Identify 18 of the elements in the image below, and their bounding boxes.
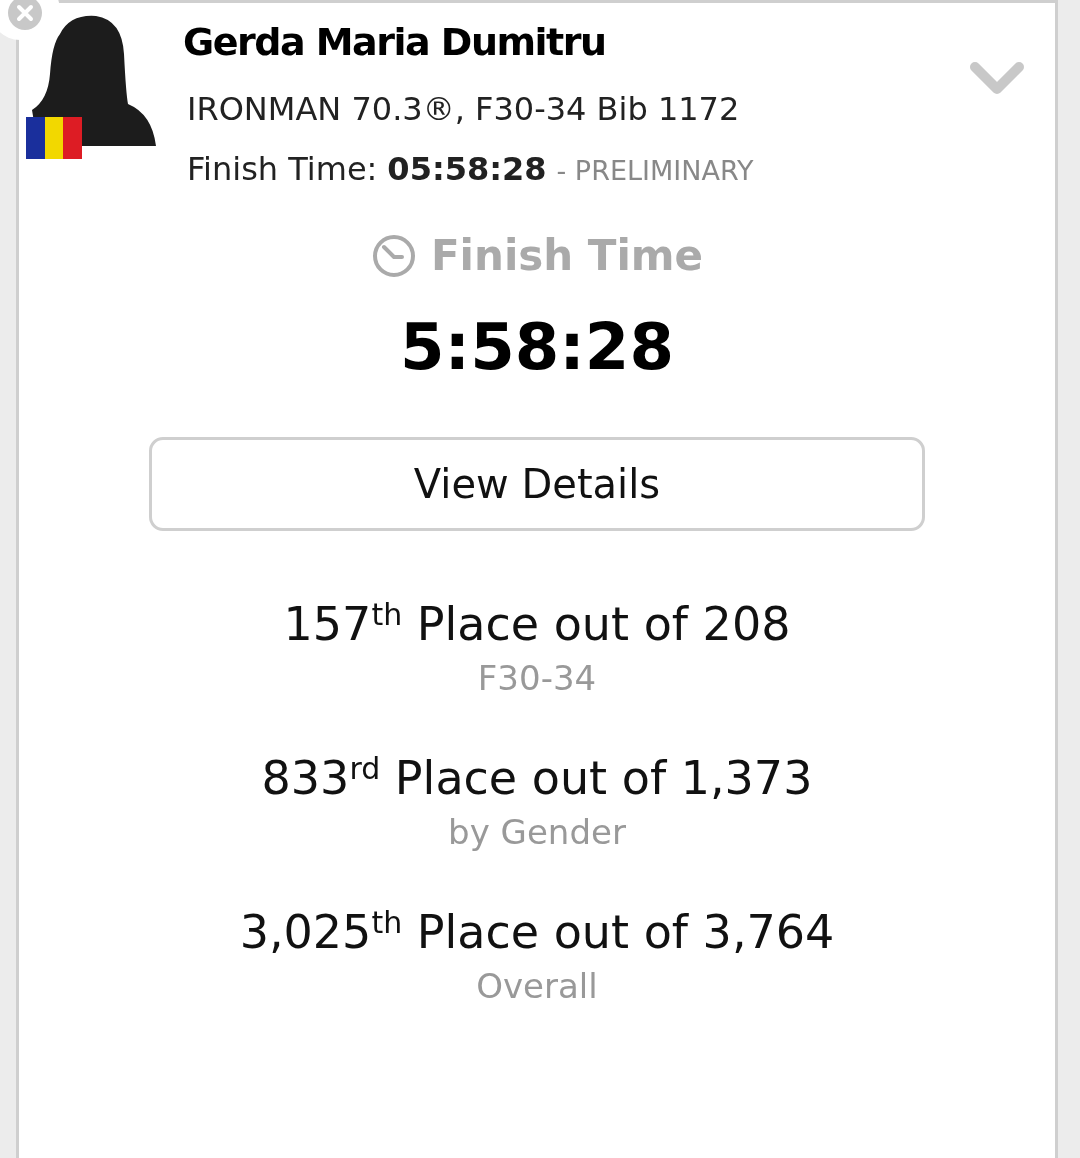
- clock-icon: [370, 233, 417, 279]
- athlete-name: Gerda Maria Dumitru: [182, 23, 607, 61]
- finish-time: 5:58:28: [399, 315, 675, 379]
- finish-time-value: 05:58:28: [387, 153, 547, 185]
- chevron-down-icon[interactable]: [969, 61, 1025, 97]
- view-details-button[interactable]: View Details: [149, 437, 925, 531]
- finish-time-label: Finish Time:: [187, 153, 378, 185]
- race-info: IRONMAN 70.3®, F30-34 Bib 1172: [186, 93, 741, 125]
- flag-icon: [26, 117, 82, 159]
- placement-text: 157$^{th}$ Place out of 208: [283, 601, 791, 647]
- finish-time-heading: Finish Time: [430, 235, 704, 277]
- placement-category: by Gender: [448, 815, 626, 849]
- placement-text: 3,025$^{th}$ Place out of 3,764: [239, 909, 835, 955]
- placement-category: Overall: [476, 969, 598, 1003]
- placement-category: F30-34: [477, 661, 597, 695]
- preliminary-status: - PRELIMINARY: [556, 157, 754, 184]
- close-icon: [8, 0, 42, 30]
- placement-text: 833$^{rd}$ Place out of 1,373: [261, 755, 813, 801]
